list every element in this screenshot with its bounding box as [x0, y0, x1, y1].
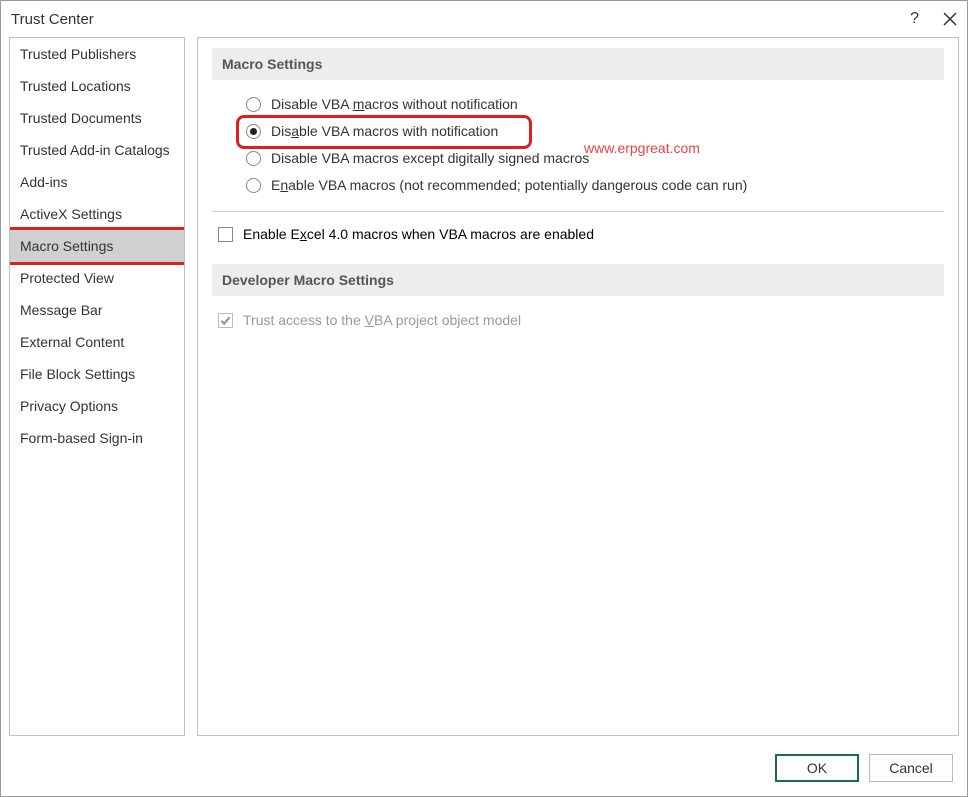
radio-icon — [246, 124, 261, 139]
help-icon[interactable]: ? — [910, 10, 919, 28]
titlebar-controls: ? — [910, 10, 957, 28]
section-header-developer-macro: Developer Macro Settings — [212, 264, 944, 296]
radio-disable-with-notification[interactable]: Disable VBA macros with notification — [246, 123, 944, 139]
radio-label: Disable VBA macros without notification — [271, 96, 518, 112]
separator — [212, 211, 944, 212]
sidebar-item-external-content[interactable]: External Content — [10, 326, 184, 358]
sidebar-item-protected-view[interactable]: Protected View — [10, 262, 184, 294]
checkbox-icon — [218, 227, 233, 242]
checkbox-trust-vba-access: Trust access to the VBA project object m… — [212, 312, 944, 328]
radio-label: Disable VBA macros with notification — [271, 123, 498, 139]
sidebar-item-form-based-signin[interactable]: Form-based Sign-in — [10, 422, 184, 454]
radio-disable-without-notification[interactable]: Disable VBA macros without notification — [246, 96, 944, 112]
close-icon[interactable] — [943, 12, 957, 26]
radio-enable-all-macros[interactable]: Enable VBA macros (not recommended; pote… — [246, 177, 944, 193]
sidebar-item-trusted-addin-catalogs[interactable]: Trusted Add-in Catalogs — [10, 134, 184, 166]
main-panel: Macro Settings Disable VBA macros withou… — [197, 37, 959, 736]
macro-settings-radio-group: Disable VBA macros without notification … — [212, 96, 944, 193]
sidebar-item-macro-settings[interactable]: Macro Settings — [10, 230, 184, 262]
titlebar: Trust Center ? — [1, 1, 967, 37]
watermark-text: www.erpgreat.com — [584, 140, 700, 156]
sidebar-item-addins[interactable]: Add-ins — [10, 166, 184, 198]
sidebar: Trusted Publishers Trusted Locations Tru… — [9, 37, 185, 736]
checkbox-label: Enable Excel 4.0 macros when VBA macros … — [243, 226, 594, 242]
section-header-macro-settings: Macro Settings — [212, 48, 944, 80]
radio-icon — [246, 151, 261, 166]
checkbox-label: Trust access to the VBA project object m… — [243, 312, 521, 328]
sidebar-item-trusted-documents[interactable]: Trusted Documents — [10, 102, 184, 134]
cancel-button[interactable]: Cancel — [869, 754, 953, 782]
sidebar-item-activex-settings[interactable]: ActiveX Settings — [10, 198, 184, 230]
radio-icon — [246, 178, 261, 193]
radio-icon — [246, 97, 261, 112]
sidebar-item-file-block-settings[interactable]: File Block Settings — [10, 358, 184, 390]
checkbox-enable-excel4-macros[interactable]: Enable Excel 4.0 macros when VBA macros … — [212, 226, 944, 242]
dialog-title: Trust Center — [11, 11, 910, 28]
ok-button[interactable]: OK — [775, 754, 859, 782]
sidebar-item-message-bar[interactable]: Message Bar — [10, 294, 184, 326]
radio-label: Disable VBA macros except digitally sign… — [271, 150, 589, 166]
checkbox-icon — [218, 313, 233, 328]
sidebar-item-trusted-publishers[interactable]: Trusted Publishers — [10, 38, 184, 70]
button-bar: OK Cancel — [1, 744, 967, 796]
radio-label: Enable VBA macros (not recommended; pote… — [271, 177, 747, 193]
sidebar-item-privacy-options[interactable]: Privacy Options — [10, 390, 184, 422]
sidebar-item-trusted-locations[interactable]: Trusted Locations — [10, 70, 184, 102]
